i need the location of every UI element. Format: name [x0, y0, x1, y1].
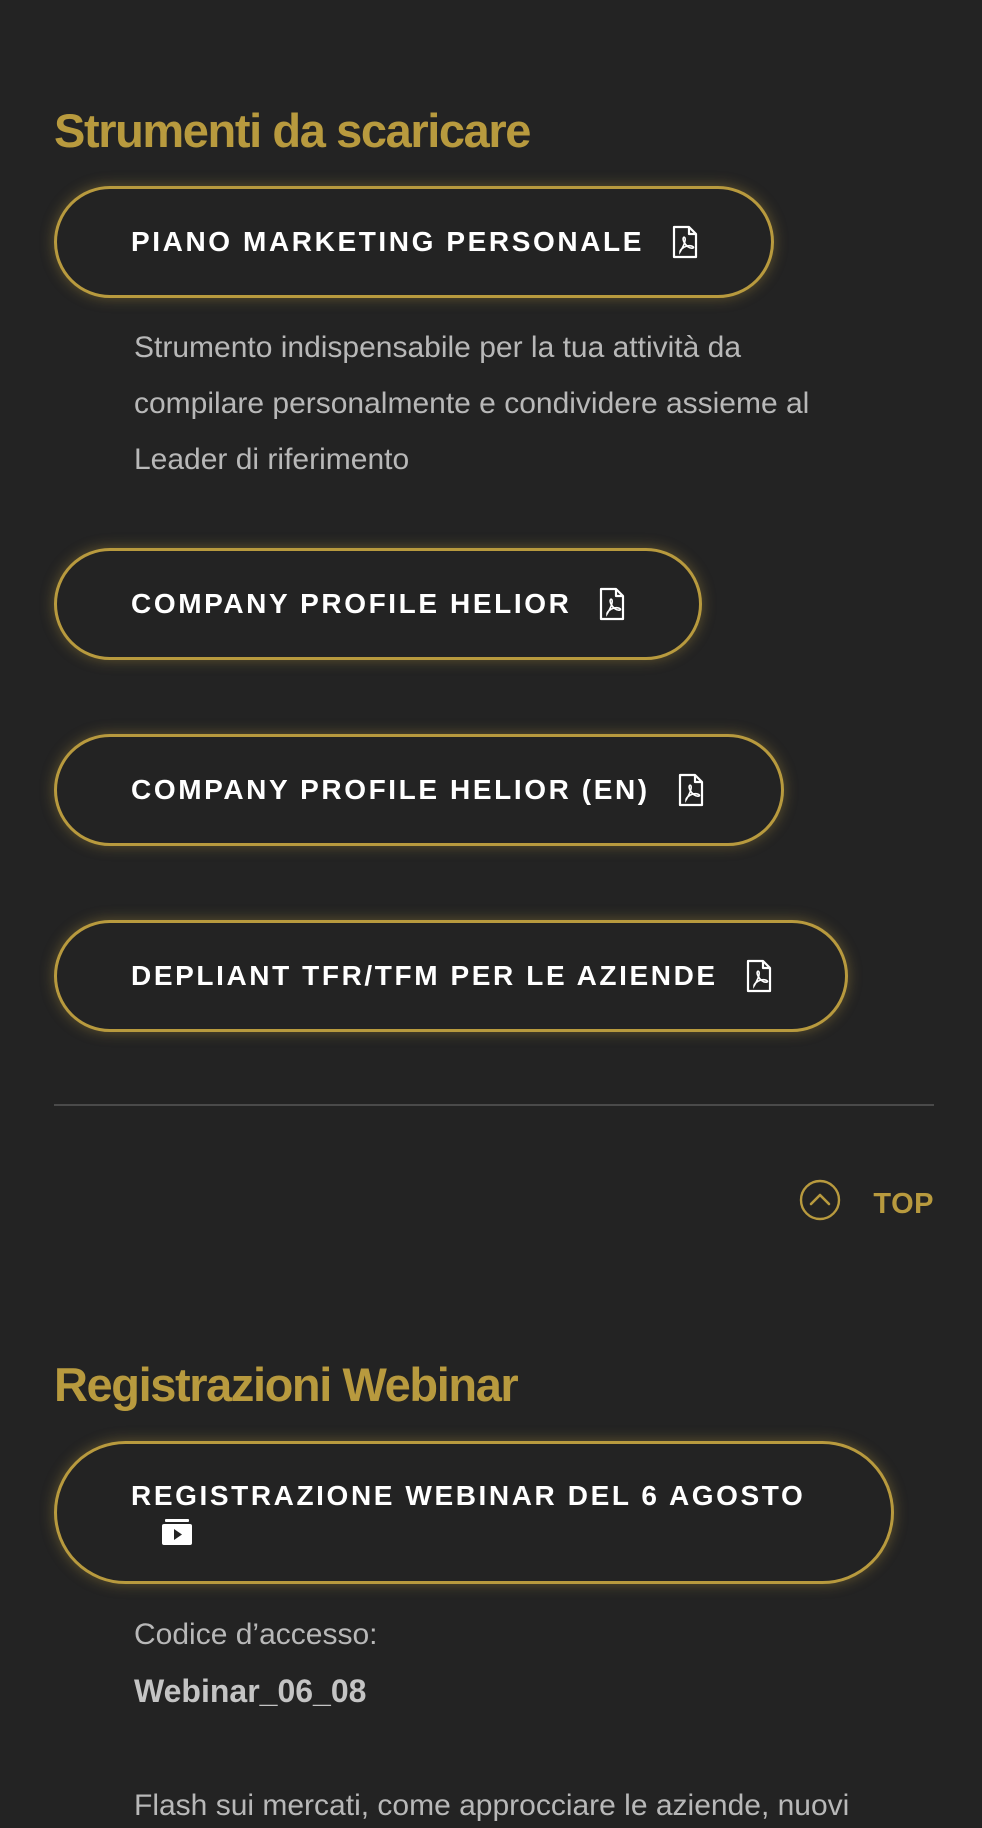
- description-line: compilare personalmente e condividere as…: [134, 387, 810, 420]
- description-line: Leader di riferimento: [134, 443, 410, 476]
- download-button-label: COMPANY PROFILE HELIOR: [131, 588, 572, 619]
- access-code-value: Webinar_06_08: [134, 1673, 367, 1709]
- download-company-profile-en-button[interactable]: COMPANY PROFILE HELIOR (EN): [54, 734, 784, 846]
- download-button-label: COMPANY PROFILE HELIOR (EN): [131, 774, 650, 805]
- access-code-label: Codice d’accesso:: [134, 1618, 378, 1651]
- webinar-title: Registrazioni Webinar: [54, 1358, 519, 1411]
- download-piano-marketing-button[interactable]: PIANO MARKETING PERSONALE: [54, 186, 774, 298]
- video-icon: [162, 1519, 192, 1545]
- pdf-icon: [746, 959, 771, 993]
- download-button-label: PIANO MARKETING PERSONALE: [131, 226, 645, 257]
- download-company-profile-button[interactable]: COMPANY PROFILE HELIOR: [54, 548, 702, 660]
- back-to-top-link[interactable]: TOP: [799, 1179, 934, 1221]
- download-button-label: DEPLIANT TFR/TFM PER LE AZIENDE: [131, 960, 718, 991]
- download-depliant-tfr-button[interactable]: DEPLIANT TFR/TFM PER LE AZIENDE: [54, 920, 848, 1032]
- downloads-title: Strumenti da scaricare: [54, 104, 531, 157]
- back-to-top-label: TOP: [873, 1188, 934, 1220]
- webinar-recording-button[interactable]: REGISTRAZIONE WEBINAR DEL 6 AGOSTO: [54, 1441, 894, 1584]
- webinar-description: Flash sui mercati, come approcciare le a…: [134, 1789, 850, 1822]
- pdf-icon: [678, 773, 703, 807]
- webinar-button-label: REGISTRAZIONE WEBINAR DEL 6 AGOSTO: [131, 1480, 806, 1511]
- pdf-icon: [600, 587, 625, 621]
- chevron-up-circle-icon: [800, 1179, 841, 1220]
- pdf-icon: [672, 225, 698, 259]
- section-divider: [54, 1104, 934, 1106]
- description-line: Strumento indispensabile per la tua atti…: [134, 331, 742, 364]
